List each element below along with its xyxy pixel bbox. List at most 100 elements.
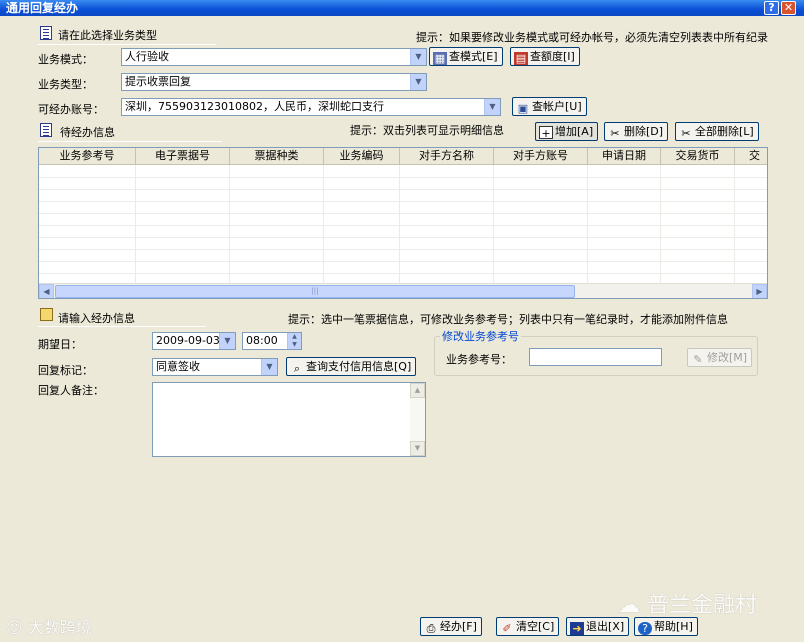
account-select[interactable]: 深圳，755903123010802，人民币，深圳蛇口支行 ▼ [121, 98, 501, 116]
type-label: 业务类型： [38, 78, 93, 91]
account-value: 深圳，755903123010802，人民币，深圳蛇口支行 [125, 100, 384, 113]
close-icon[interactable]: ✕ [781, 1, 796, 15]
chevron-right-icon[interactable]: ▶ [752, 284, 767, 298]
remark-label: 回复人备注： [38, 384, 104, 397]
clear-button[interactable]: ✐ 清空[C] [496, 617, 560, 636]
divider [38, 141, 222, 142]
grid-line [39, 177, 767, 178]
query-credit-button[interactable]: ⌕ 查询支付信用信息[Q] [286, 357, 417, 376]
chevron-down-icon[interactable]: ▼ [484, 99, 500, 115]
query-account-button[interactable]: ▣ 查帐户[U] [512, 97, 587, 116]
scissors-icon: ✂ [681, 127, 691, 140]
column-header[interactable]: 对手方账号 [494, 148, 588, 165]
delete-label: 删除[D] [624, 125, 664, 138]
help-icon[interactable]: ? [764, 1, 779, 15]
delete-all-button[interactable]: ✂ 全部删除[L] [675, 122, 759, 141]
watermark-left-text: 大数跨境 [27, 618, 92, 637]
reply-select[interactable]: 同意签收 ▼ [152, 358, 278, 376]
chevron-up-icon[interactable]: ▲ [288, 333, 301, 341]
vertical-scrollbar[interactable]: ▲ ▼ [410, 383, 425, 456]
grid-line [493, 165, 494, 283]
chevron-down-icon[interactable]: ▼ [288, 341, 301, 349]
printer-icon: ⎙ [426, 622, 436, 635]
window-title: 通用回复经办 [6, 1, 79, 15]
calculator-icon: ▤ [514, 52, 528, 65]
date-picker[interactable]: 2009-09-03 ▼ [152, 332, 236, 350]
mode-label: 业务模式： [38, 53, 93, 66]
type-hint: 提示：如果要修改业务模式或可经办帐号，必须先清空列表表中所有纪录 [416, 31, 768, 44]
chevron-down-icon[interactable]: ▼ [410, 49, 426, 65]
pending-table[interactable]: 业务参考号 电子票据号 票据种类 业务编码 对手方名称 对手方账号 申请日期 交… [38, 147, 768, 299]
column-header[interactable]: 对手方名称 [400, 148, 494, 165]
date-value: 2009-09-03 [156, 334, 220, 347]
grid-line [39, 249, 767, 250]
chevron-up-icon[interactable]: ▲ [410, 383, 425, 398]
scroll-thumb[interactable]: ||| [55, 285, 575, 298]
ref-input[interactable] [529, 348, 662, 366]
input-hint: 提示：选中一笔票据信息，可修改业务参考号；列表中只有一笔纪录时，才能添加附件信息 [288, 313, 728, 326]
brush-icon: ✐ [502, 622, 512, 635]
exit-button[interactable]: ➜ 退出[X] [566, 617, 630, 636]
modify-button[interactable]: ✎ 修改[M] [687, 348, 753, 367]
column-header[interactable]: 申请日期 [588, 148, 661, 165]
watermark-left: ☺ 大数跨境 [6, 614, 92, 638]
grid-line [399, 165, 400, 283]
add-button[interactable]: + 增加[A] [535, 122, 599, 141]
column-header[interactable]: 业务编码 [324, 148, 400, 165]
question-icon: ? [638, 622, 652, 635]
magnifier-icon: ⌕ [293, 362, 301, 375]
query-credit-label: 查询支付信用信息[Q] [306, 360, 412, 373]
exit-icon: ➜ [570, 622, 584, 635]
submit-button[interactable]: ⎙ 经办[F] [420, 617, 482, 636]
ref-label: 业务参考号： [446, 353, 512, 366]
type-value: 提示收票回复 [125, 75, 191, 88]
reply-label: 回复标记： [38, 364, 93, 377]
query-quota-label: 查额度[I] [530, 50, 575, 63]
section-input-title: 请输入经办信息 [58, 312, 135, 325]
grid-line [39, 201, 767, 202]
query-mode-button[interactable]: ▦ 查模式[E] [429, 47, 503, 66]
grid-line [734, 165, 735, 283]
type-select[interactable]: 提示收票回复 ▼ [121, 73, 427, 91]
time-value: 08:00 [246, 334, 278, 347]
exit-label: 退出[X] [586, 620, 625, 633]
column-header[interactable]: 交 [735, 148, 767, 165]
grid-line [323, 165, 324, 283]
mode-select[interactable]: 人行验收 ▼ [121, 48, 427, 66]
remark-textarea[interactable]: ▲ ▼ [152, 382, 426, 457]
chevron-down-icon[interactable]: ▼ [410, 74, 426, 90]
grid-line [135, 165, 136, 283]
add-label: 增加[A] [555, 125, 594, 138]
document-icon [40, 123, 52, 137]
grid-line [660, 165, 661, 283]
time-input[interactable]: 08:00 ▲ ▼ [242, 332, 302, 350]
delete-button[interactable]: ✂ 删除[D] [604, 122, 669, 141]
chevron-down-icon[interactable]: ▼ [410, 441, 425, 456]
table-header: 业务参考号 电子票据号 票据种类 业务编码 对手方名称 对手方账号 申请日期 交… [39, 148, 767, 165]
modify-label: 修改[M] [707, 351, 748, 364]
column-header[interactable]: 交易货币 [661, 148, 735, 165]
horizontal-scrollbar[interactable]: ◀ ||| ▶ [39, 283, 767, 298]
column-header[interactable]: 票据种类 [230, 148, 324, 165]
pending-hint: 提示：双击列表可显示明细信息 [350, 124, 504, 137]
clear-label: 清空[C] [516, 620, 555, 633]
chevron-down-icon[interactable]: ▼ [219, 333, 235, 349]
divider [38, 44, 216, 45]
watermark-right: ☁ 普兰金融村 [618, 587, 757, 619]
query-quota-button[interactable]: ▤ 查额度[I] [510, 47, 580, 66]
weibo-icon: ☺ [6, 618, 28, 637]
chevron-left-icon[interactable]: ◀ [39, 284, 54, 298]
chevron-down-icon[interactable]: ▼ [261, 359, 277, 375]
grid-line [587, 165, 588, 283]
pencil-icon: ✎ [693, 353, 703, 366]
date-label: 期望日： [38, 338, 82, 351]
mode-value: 人行验收 [125, 50, 169, 63]
add-icon: + [539, 126, 553, 140]
section-pending-title: 待经办信息 [60, 126, 115, 139]
time-spinner[interactable]: ▲ ▼ [287, 333, 301, 349]
query-mode-label: 查模式[E] [449, 50, 498, 63]
column-header[interactable]: 业务参考号 [39, 148, 136, 165]
column-header[interactable]: 电子票据号 [136, 148, 230, 165]
grid-line [39, 261, 767, 262]
help-button[interactable]: ? 帮助[H] [634, 617, 698, 636]
